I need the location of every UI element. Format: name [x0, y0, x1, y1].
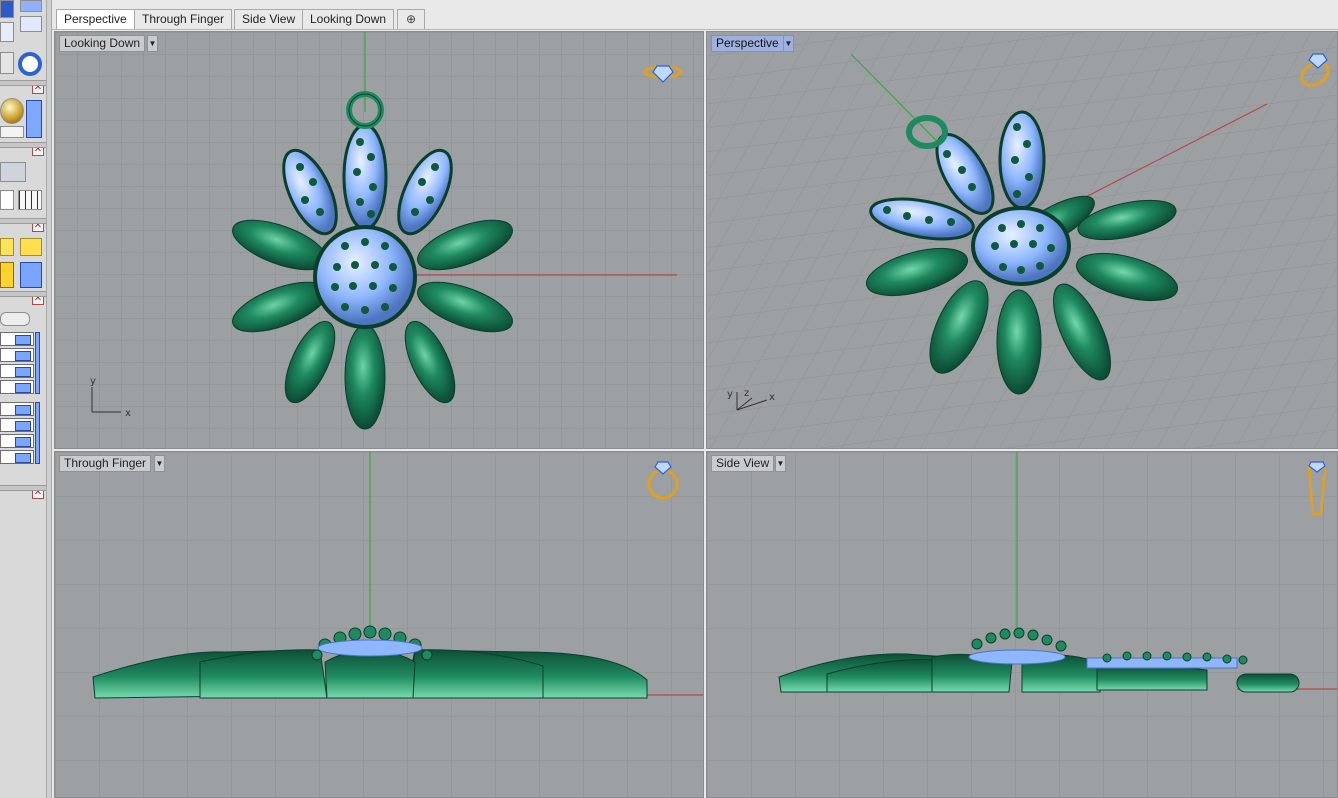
- tab-looking-down[interactable]: Looking Down: [302, 9, 395, 29]
- sphere-icon[interactable]: [0, 98, 24, 124]
- gem-tool-icon[interactable]: [20, 262, 42, 288]
- mirror-icon[interactable]: [20, 238, 42, 256]
- grid-icon[interactable]: [18, 190, 42, 210]
- eye-icon[interactable]: [0, 312, 30, 326]
- viewport-perspective[interactable]: y z x Perspective ▼: [706, 31, 1338, 449]
- viewport-menu-arrow[interactable]: ▼: [154, 455, 165, 472]
- perspective-scene: y z x: [707, 32, 1337, 448]
- lasso-icon[interactable]: [0, 22, 14, 42]
- looking-down-scene: x y: [55, 32, 703, 448]
- viewport-tab-bar: Perspective Through Finger Side View Loo…: [52, 0, 1338, 30]
- axis-x-label: x: [769, 392, 775, 403]
- layer-row[interactable]: [0, 348, 34, 362]
- select-button[interactable]: [20, 0, 42, 12]
- layer-row[interactable]: [0, 402, 34, 416]
- viewport-title-side-view[interactable]: Side View: [711, 455, 775, 472]
- curve-icon[interactable]: [0, 52, 14, 74]
- snake-icon[interactable]: [0, 0, 14, 18]
- circle-icon[interactable]: [18, 52, 42, 76]
- camera-icon[interactable]: [0, 162, 26, 182]
- viewport-title-looking-down[interactable]: Looking Down: [59, 35, 146, 52]
- axis-z-label: z: [744, 388, 749, 399]
- viewport-looking-down[interactable]: x y Looking Down ▼: [54, 31, 704, 449]
- through-finger-scene: [55, 452, 703, 797]
- axis-x-label: x: [125, 408, 131, 419]
- viewport-menu-arrow[interactable]: ▼: [775, 455, 786, 472]
- axis-y-label: y: [90, 376, 96, 387]
- snap-value-field[interactable]: [0, 190, 14, 210]
- layer-row[interactable]: [0, 332, 34, 346]
- layer-scrollbar[interactable]: [35, 402, 40, 464]
- layer-scrollbar[interactable]: [35, 332, 40, 394]
- viewport-menu-arrow[interactable]: ▼: [147, 35, 158, 52]
- layer-row[interactable]: [0, 380, 34, 394]
- dropdown-button[interactable]: [0, 126, 24, 138]
- tab-side-view[interactable]: Side View: [234, 9, 304, 29]
- layer-row[interactable]: [0, 450, 34, 464]
- rotate-icon[interactable]: [0, 262, 14, 288]
- axis-y-label: y: [727, 389, 733, 400]
- layer-row[interactable]: [0, 434, 34, 448]
- tab-perspective[interactable]: Perspective: [56, 9, 135, 29]
- viewport-through-finger[interactable]: Through Finger ▼: [54, 451, 704, 798]
- layer-row[interactable]: [0, 418, 34, 432]
- left-panel-divider[interactable]: [46, 0, 52, 798]
- layer-toggle-button[interactable]: [26, 100, 42, 138]
- add-tab-button[interactable]: ⊕: [397, 9, 425, 29]
- tab-through-finger[interactable]: Through Finger: [134, 9, 233, 29]
- viewport-title-perspective[interactable]: Perspective: [711, 35, 784, 52]
- left-toolbar: ✕ ✕ ✕ ✕ ✕: [0, 0, 46, 798]
- move-icon[interactable]: [0, 238, 14, 256]
- window-select-button[interactable]: [20, 16, 42, 32]
- viewport-side-view[interactable]: Side View ▼: [706, 451, 1338, 798]
- viewport-menu-arrow[interactable]: ▼: [783, 35, 794, 52]
- layer-row[interactable]: [0, 364, 34, 378]
- viewport-title-through-finger[interactable]: Through Finger: [59, 455, 152, 472]
- side-view-scene: [707, 452, 1337, 797]
- rhino-app-window: ✕ ✕ ✕ ✕ ✕ Perspective Through Finger Sid…: [0, 0, 1338, 798]
